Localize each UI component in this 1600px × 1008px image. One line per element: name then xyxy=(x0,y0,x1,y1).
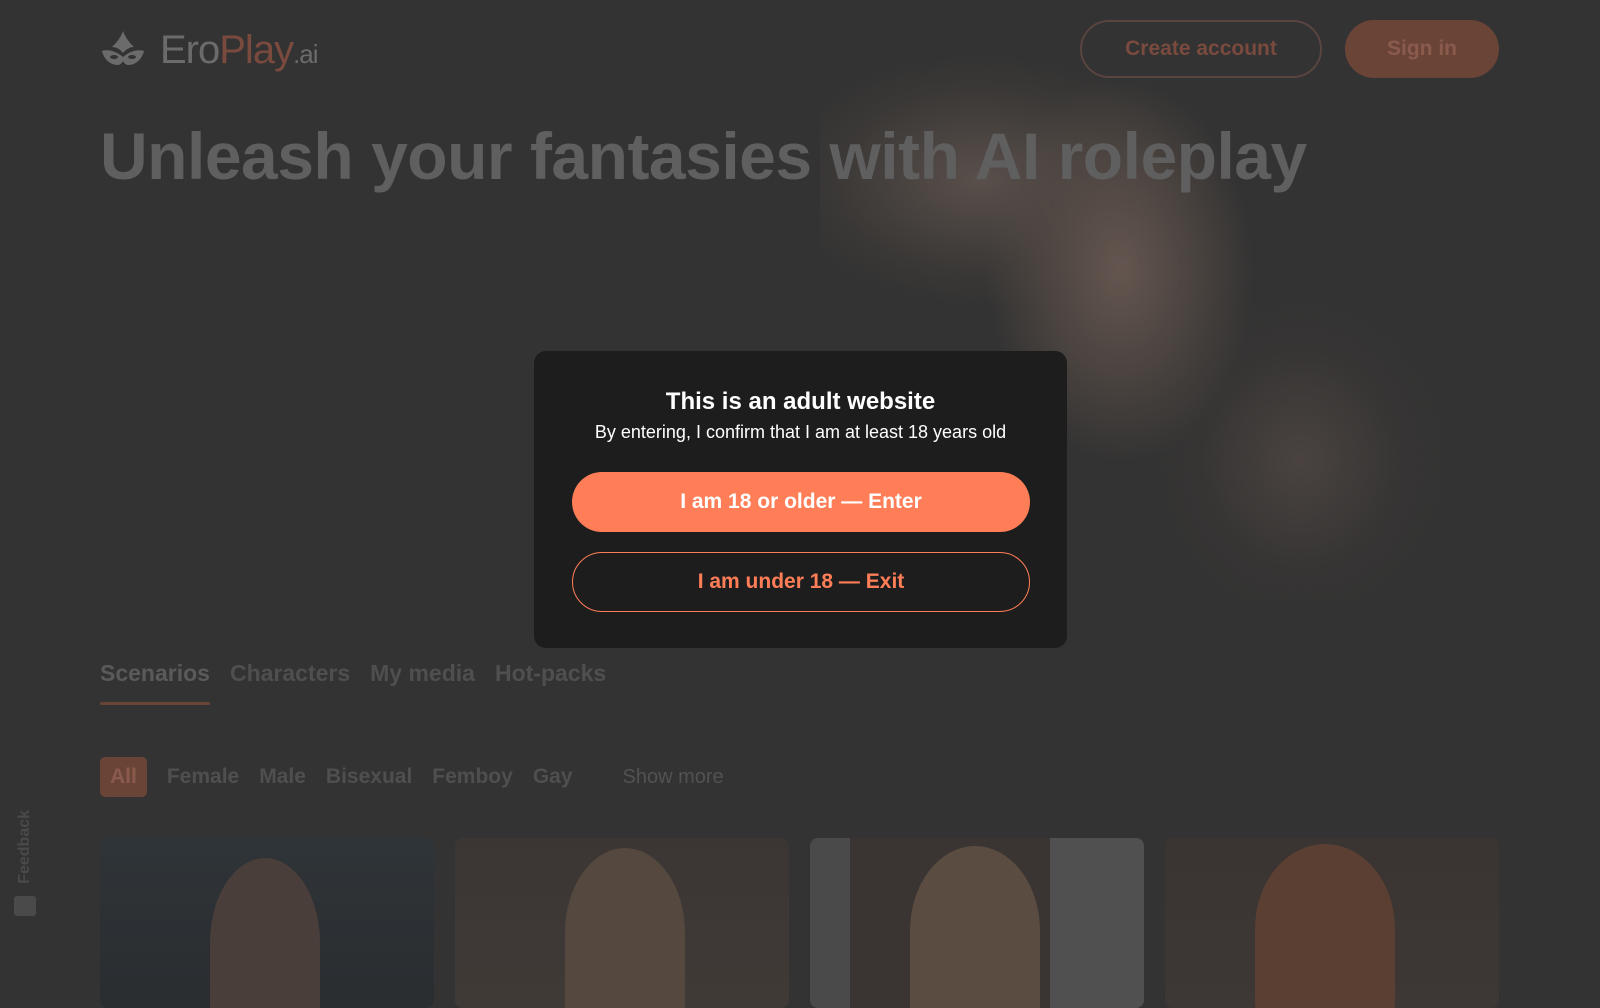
modal-title: This is an adult website xyxy=(665,388,936,415)
card-thumbnail-image xyxy=(565,848,685,1008)
logo-ai-text: .ai xyxy=(293,39,318,69)
mask-logo-icon xyxy=(102,31,144,65)
logo-ero-text: Ero xyxy=(160,28,220,72)
card-thumbnail-image xyxy=(910,846,1040,1008)
show-more-link[interactable]: Show more xyxy=(623,766,724,789)
exit-button[interactable]: I am under 18 — Exit xyxy=(572,552,1030,612)
feedback-tab[interactable]: Feedback xyxy=(12,810,38,940)
filter-chip-bisexual[interactable]: Bisexual xyxy=(326,757,412,797)
hero-title: Unleash your fantasies with AI roleplay xyxy=(100,119,1307,193)
scenario-card[interactable] xyxy=(455,838,789,1008)
content-tabs: Scenarios Characters My media Hot-packs xyxy=(100,660,606,705)
filter-chip-female[interactable]: Female xyxy=(167,757,239,797)
filter-chip-male[interactable]: Male xyxy=(259,757,306,797)
category-filters: All Female Male Bisexual Femboy Gay Show… xyxy=(100,757,724,797)
tab-my-media[interactable]: My media xyxy=(370,660,475,705)
feedback-icon xyxy=(14,895,36,916)
logo-wordmark: EroPlay.ai xyxy=(160,28,319,72)
filter-chip-gay[interactable]: Gay xyxy=(533,757,573,797)
feedback-label: Feedback xyxy=(16,810,33,884)
filter-chip-all[interactable]: All xyxy=(100,757,147,797)
create-account-button[interactable]: Create account xyxy=(1080,20,1322,78)
site-logo[interactable]: EroPlay.ai xyxy=(98,24,319,76)
tab-scenarios[interactable]: Scenarios xyxy=(100,660,210,705)
card-thumbnail-image xyxy=(1255,844,1395,1008)
scenario-card[interactable] xyxy=(100,838,434,1008)
logo-play-text: Play xyxy=(219,28,294,72)
modal-subtitle: By entering, I confirm that I am at leas… xyxy=(594,422,1007,442)
scenario-card[interactable] xyxy=(810,838,1144,1008)
sign-in-button[interactable]: Sign in xyxy=(1345,20,1499,78)
age-verification-modal: This is an adult website By entering, I … xyxy=(534,351,1067,648)
tab-characters[interactable]: Characters xyxy=(230,660,350,705)
tab-hot-packs[interactable]: Hot-packs xyxy=(495,660,606,705)
scenario-card[interactable] xyxy=(1165,838,1499,1008)
enter-button[interactable]: I am 18 or older — Enter xyxy=(572,472,1030,532)
card-thumbnail-image xyxy=(210,858,320,1008)
filter-chip-femboy[interactable]: Femboy xyxy=(432,757,513,797)
